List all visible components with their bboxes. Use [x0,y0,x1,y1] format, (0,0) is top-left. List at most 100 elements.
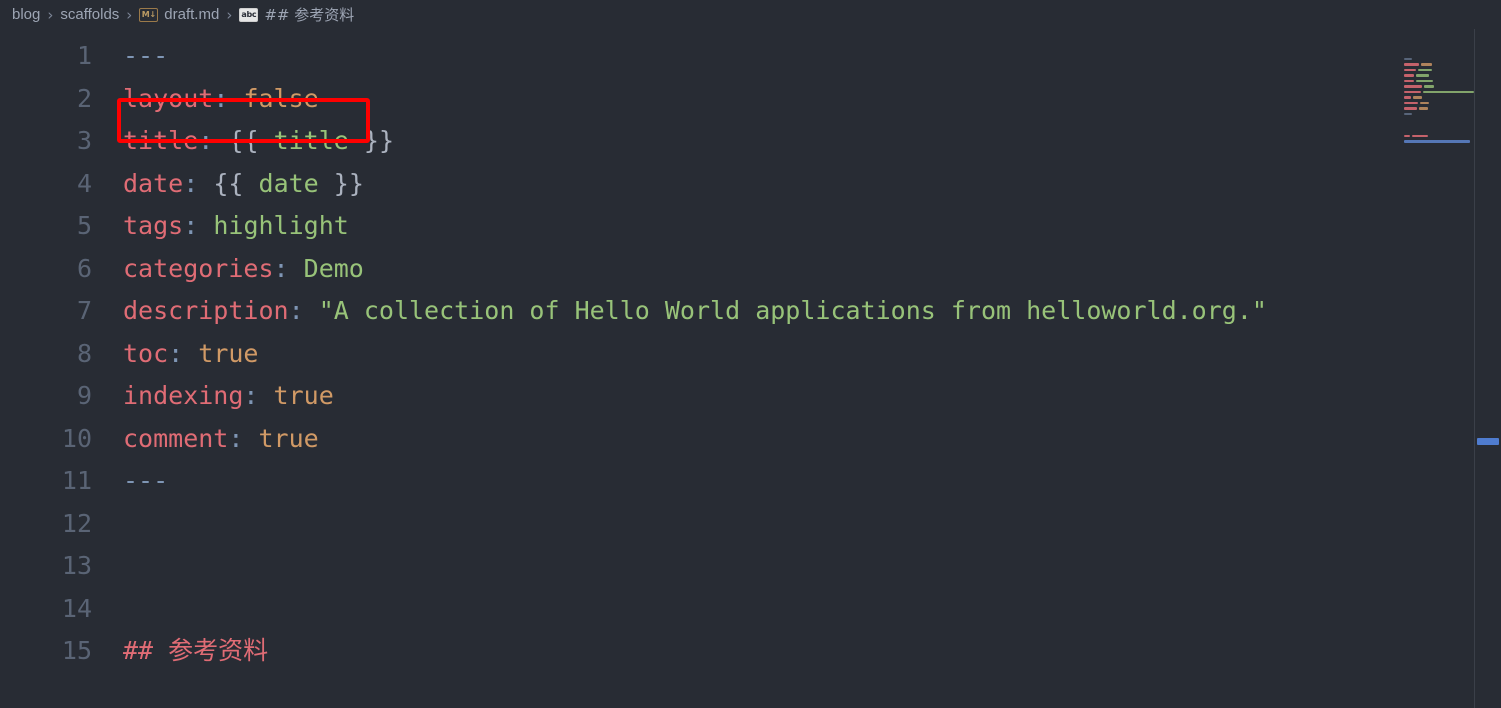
breadcrumb-separator: › [126,5,133,24]
token-colon: : [183,168,199,198]
line-number: 11 [61,466,92,495]
code-line[interactable]: 11 --- [0,460,1501,503]
symbol-string-icon: abc [239,7,259,22]
token-key: description [123,296,289,325]
code-line[interactable]: 14 [0,588,1501,631]
minimap-line [1404,79,1474,83]
code-line[interactable]: 12 [0,503,1501,546]
token-colon: : [243,381,259,410]
token-key: title [123,126,199,155]
token-colon: : [198,126,214,155]
token-value: true [258,423,319,453]
line-content[interactable]: layout: false [92,78,319,121]
token-key: toc [123,338,169,368]
token-colon: : [168,338,184,368]
token-value: true [198,338,259,368]
line-number: 3 [76,126,92,155]
token-value: false [243,83,319,113]
code-line[interactable]: 8 toc: true [0,333,1501,376]
minimap[interactable] [1400,29,1474,708]
line-content[interactable]: ## 参考资料 [92,630,268,673]
line-content[interactable]: description: "A collection of Hello Worl… [92,290,1267,333]
token-key: layout [123,83,214,113]
line-number: 9 [76,381,92,410]
token-variable: date [258,168,319,198]
line-content[interactable]: date: {{ date }} [92,163,364,206]
token-key: comment [123,423,229,453]
line-content[interactable]: toc: true [92,333,259,376]
minimap-line [1404,112,1474,116]
code-line[interactable]: 9 indexing: true [0,375,1501,418]
line-content[interactable]: --- [92,460,168,503]
minimap-line [1404,57,1474,61]
token-value: true [273,381,334,410]
token-key: tags [123,211,184,240]
line-number: 13 [61,551,92,580]
breadcrumb-label: ## 参考资料 [264,6,355,24]
token-colon: : [183,211,199,240]
minimap-line [1404,118,1474,122]
code-line[interactable]: 13 [0,545,1501,588]
code-line[interactable]: 15 ## 参考资料 [0,630,1501,673]
breadcrumb-item-blog[interactable]: blog [12,6,40,23]
code-content[interactable]: 1 --- 2 layout: false 3 title: {{ title … [0,29,1501,673]
line-content[interactable]: tags: highlight [92,205,349,248]
code-editor[interactable]: 1 --- 2 layout: false 3 title: {{ title … [0,29,1501,708]
line-number: 7 [76,296,92,325]
minimap-line [1404,101,1474,105]
breadcrumb: blog › scaffolds › M↓ draft.md › abc ## … [0,0,1501,29]
line-number: 4 [76,168,92,198]
code-line[interactable]: 6 categories: Demo [0,248,1501,291]
breadcrumb-label: draft.md [164,6,220,23]
minimap-line [1404,85,1474,89]
line-content[interactable]: --- [92,35,168,78]
minimap-line [1404,107,1474,111]
line-number: 1 [76,41,92,70]
token-brace-open: {{ [213,168,244,198]
line-number: 8 [76,338,92,368]
code-line[interactable]: 5 tags: highlight [0,205,1501,248]
token-dash: --- [123,41,169,70]
token-dash: --- [123,466,169,495]
code-line[interactable]: 7 description: "A collection of Hello Wo… [0,290,1501,333]
line-number: 12 [61,508,92,538]
breadcrumb-separator: › [47,5,54,24]
minimap-line [1404,74,1474,78]
minimap-line [1404,96,1474,100]
markdown-file-icon: M↓ [139,7,159,22]
overview-ruler-marker[interactable] [1477,438,1499,445]
code-line[interactable]: 1 --- [0,35,1501,78]
token-colon: : [288,296,304,325]
line-content[interactable]: comment: true [92,418,319,461]
token-colon: : [228,423,244,453]
token-key: date [123,168,184,198]
token-brace-close: }} [333,168,364,198]
code-line[interactable]: 10 comment: true [0,418,1501,461]
line-content[interactable]: title: {{ title }} [92,120,394,163]
breadcrumb-item-scaffolds[interactable]: scaffolds [60,6,119,23]
minimap-lines [1400,29,1474,144]
line-content[interactable]: indexing: true [92,375,334,418]
minimap-line [1404,90,1474,94]
breadcrumb-label: blog [12,6,41,23]
code-line[interactable]: 4 date: {{ date }} [0,163,1501,206]
line-content[interactable]: categories: Demo [92,248,364,291]
code-line[interactable]: 3 title: {{ title }} [0,120,1501,163]
line-number: 10 [61,423,92,453]
breadcrumb-separator: › [226,5,233,24]
line-number: 15 [61,636,92,665]
breadcrumb-item-draft-md[interactable]: M↓ draft.md [139,6,219,23]
token-value: "A collection of Hello World application… [318,296,1267,325]
line-number: 14 [61,593,92,623]
token-value: Demo [303,253,364,283]
breadcrumb-item-symbol[interactable]: abc ## 参考资料 [239,4,354,25]
token-heading-text: 参考资料 [168,636,269,665]
minimap-line [1404,63,1474,67]
minimap-line [1404,129,1474,133]
minimap-line [1404,140,1474,144]
token-variable: title [273,126,349,155]
code-line[interactable]: 2 layout: false [0,78,1501,121]
overview-ruler[interactable] [1475,29,1501,708]
token-colon: : [273,253,289,283]
token-heading-marker: ## [123,636,154,665]
